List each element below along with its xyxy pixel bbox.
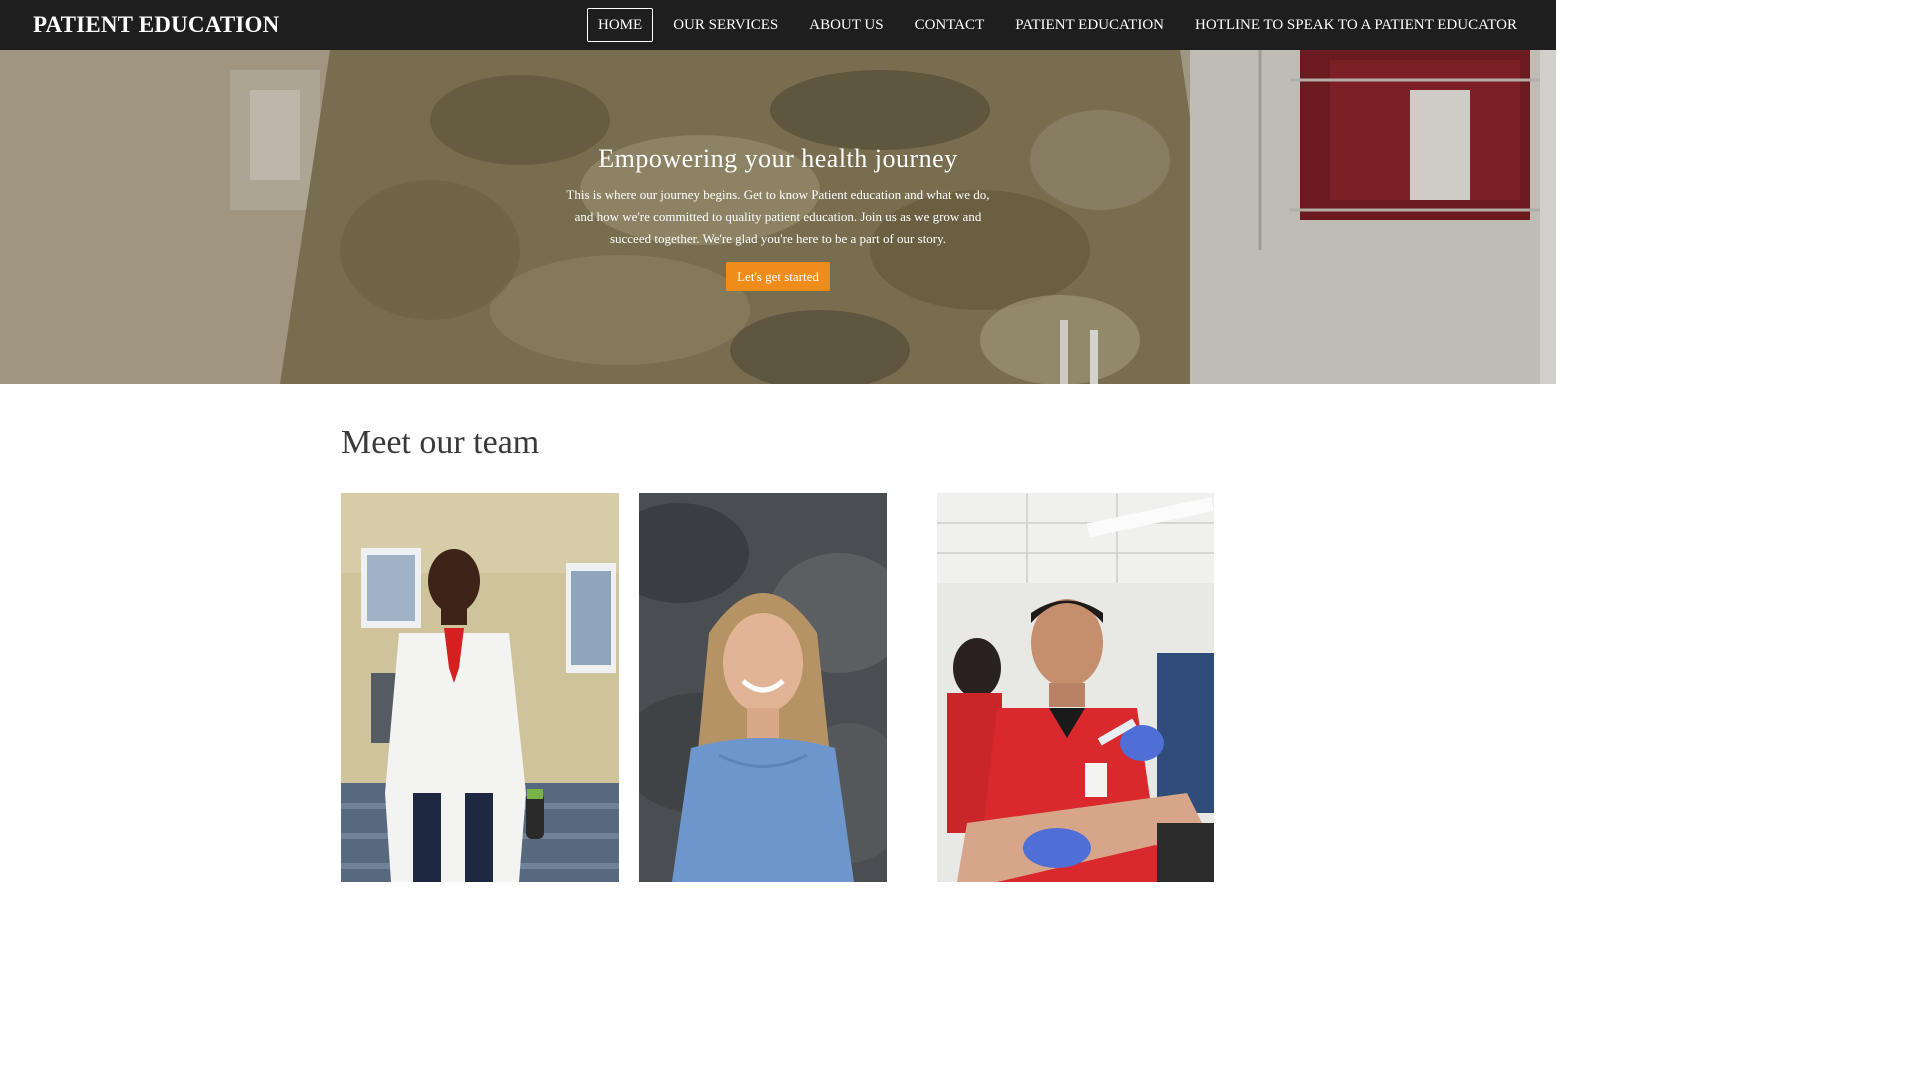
team-section-title: Meet our team <box>341 424 540 461</box>
white-coat-photo-image <box>341 493 619 882</box>
site-brand[interactable]: PATIENT EDUCATION <box>33 10 279 40</box>
top-navbar: PATIENT EDUCATION HOME OUR SERVICES ABOU… <box>0 0 1556 50</box>
nav-item-patient-education[interactable]: PATIENT EDUCATION <box>1004 8 1175 42</box>
nav-item-about-us[interactable]: ABOUT US <box>798 8 894 42</box>
team-member-photo-3 <box>937 493 1214 882</box>
hero-content: Empowering your health journey This is w… <box>558 142 998 291</box>
main-nav: HOME OUR SERVICES ABOUT US CONTACT PATIE… <box>578 8 1528 42</box>
team-member-photo-1 <box>341 493 619 882</box>
nav-item-hotline[interactable]: HOTLINE TO SPEAK TO A PATIENT EDUCATOR <box>1184 8 1528 42</box>
nav-item-contact[interactable]: CONTACT <box>904 8 996 42</box>
red-scrubs-photo-image <box>937 493 1214 882</box>
nav-item-home[interactable]: HOME <box>587 8 654 42</box>
get-started-button[interactable]: Let's get started <box>726 262 830 291</box>
team-member-photo-2 <box>639 493 887 882</box>
blue-dress-photo-image <box>639 493 887 882</box>
hero-title: Empowering your health journey <box>598 144 958 173</box>
hero-description: This is where our journey begins. Get to… <box>566 187 990 246</box>
nav-item-our-services[interactable]: OUR SERVICES <box>662 8 789 42</box>
page: PATIENT EDUCATION HOME OUR SERVICES ABOU… <box>0 0 1556 882</box>
hero-banner: Empowering your health journey This is w… <box>0 50 1556 384</box>
